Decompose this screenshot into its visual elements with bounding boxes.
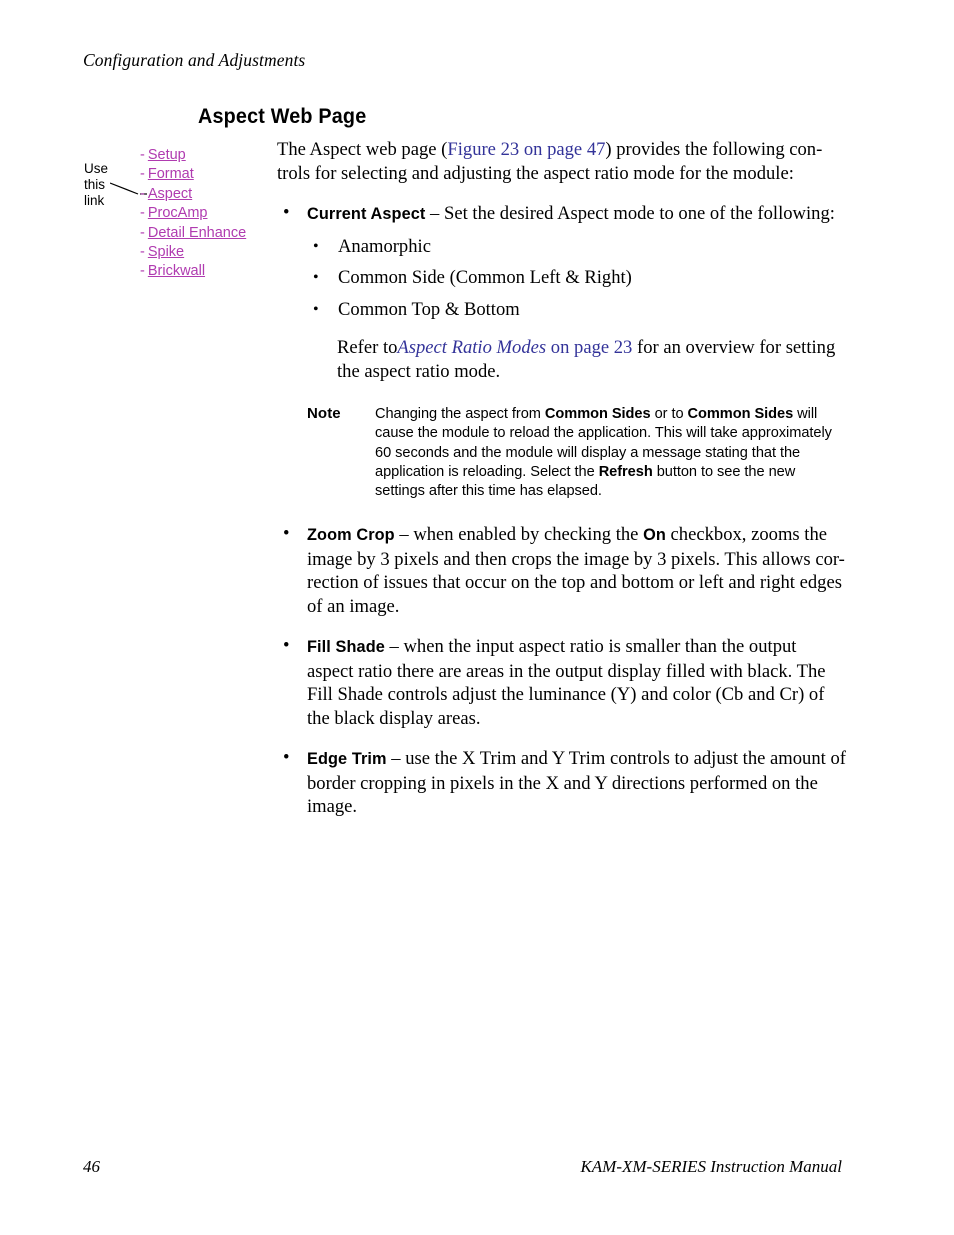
- aspect-option-item: Common Top & Bottom: [307, 298, 847, 322]
- bullet-body: Fill Shade – when the input aspect ratio…: [307, 636, 826, 729]
- weblink-dash: -: [140, 244, 145, 261]
- callout-line-1: Use: [84, 161, 109, 176]
- weblink-label[interactable]: Format: [148, 166, 194, 182]
- weblink-label[interactable]: ProcAmp: [148, 205, 208, 221]
- bullet-edge-trim: Edge Trim – use the X Trim and Y Trim co…: [277, 747, 847, 819]
- term-edge-trim: Edge Trim: [307, 750, 387, 769]
- note-body: Changing the aspect from Common Sides or…: [375, 405, 847, 501]
- aspect-option-item: Anamorphic: [307, 235, 847, 259]
- callout-use-this-link: Use this link: [84, 161, 144, 209]
- callout-line-2: this: [84, 177, 106, 192]
- weblink-label[interactable]: Detail Enhance: [148, 225, 246, 241]
- weblink-dash: -: [140, 224, 145, 241]
- bullet-zoom-crop: Zoom Crop – when enabled by checking the…: [277, 523, 847, 618]
- web-page-link-list: - Setup - Format - Aspect - ProcAmp - Detail …: [140, 146, 270, 282]
- weblink-label[interactable]: Brickwall: [148, 263, 205, 279]
- page-title: Aspect Web Page: [198, 104, 367, 128]
- refer-prefix: Refer to: [337, 337, 398, 358]
- bullet-fill-shade: Fill Shade – when the input aspect ratio…: [277, 635, 847, 730]
- term-on-emphasis: On: [643, 526, 666, 545]
- bullet-body: Zoom Crop – when enabled by checking the…: [307, 524, 845, 617]
- running-header: Configuration and Adjustments: [83, 50, 306, 70]
- weblink-label[interactable]: Spike: [148, 244, 184, 260]
- weblink-item-setup[interactable]: - Setup: [140, 146, 270, 165]
- note-bold-common-sides-2: Common Sides: [687, 406, 794, 422]
- footer-page-number: 46: [83, 1157, 100, 1176]
- callout-line-3: link: [84, 193, 105, 208]
- bullet-current-aspect: Current Aspect – Set the desired Aspect …: [277, 202, 847, 501]
- note-seg-1: Changing the aspect from: [375, 406, 545, 422]
- weblink-dash: -: [140, 185, 145, 202]
- intro-text-before: The Aspect web page (: [277, 139, 448, 160]
- footer-manual-title: KAM-XM-SERIES Instruction Manual: [580, 1157, 842, 1176]
- aspect-mode-options: Anamorphic Common Side (Common Left & Ri…: [307, 235, 847, 322]
- bullet-body: Edge Trim – use the X Trim and Y Trim co…: [307, 748, 846, 817]
- term-zoom-crop-desc-a: – when enabled by checking the: [394, 524, 644, 546]
- aspect-option-item: Common Side (Common Left & Right): [307, 266, 847, 290]
- weblink-item-spike[interactable]: - Spike: [140, 243, 270, 262]
- term-zoom-crop: Zoom Crop: [307, 526, 395, 545]
- weblink-dash: -: [140, 147, 145, 163]
- refer-paragraph: Refer toAspect Ratio Modes on page 23 fo…: [307, 336, 847, 383]
- weblink-label[interactable]: Setup: [148, 147, 186, 163]
- term-current-aspect: Current Aspect: [307, 205, 426, 223]
- note-bold-common-sides-1: Common Sides: [544, 406, 651, 422]
- weblink-dash: -: [140, 205, 145, 222]
- aspect-ratio-modes-crossref-page[interactable]: on page 23: [546, 337, 633, 358]
- bullet-body: Current Aspect – Set the desired Aspect …: [307, 203, 835, 224]
- weblink-label[interactable]: Aspect: [148, 186, 192, 202]
- weblink-item-format[interactable]: - Format: [140, 165, 270, 184]
- weblink-dash: -: [140, 263, 145, 280]
- note-block: Note Changing the aspect from Common Sid…: [307, 405, 847, 501]
- term-fill-shade-desc: – when the input aspect ratio is smaller…: [307, 636, 826, 729]
- note-bold-refresh: Refresh: [598, 463, 653, 480]
- weblink-item-procamp[interactable]: - ProcAmp: [140, 204, 270, 223]
- weblink-dash: -: [140, 166, 145, 183]
- term-edge-trim-desc: – use the X Trim and Y Trim controls to …: [307, 748, 846, 818]
- figure-crossref-link[interactable]: Figure 23 on page 47: [447, 139, 605, 160]
- note-label: Note: [307, 405, 341, 422]
- weblink-item-detail-enhance[interactable]: - Detail Enhance: [140, 224, 270, 243]
- main-text-column: The Aspect web page (Figure 23 on page 4…: [277, 138, 847, 819]
- intro-paragraph: The Aspect web page (Figure 23 on page 4…: [277, 138, 847, 185]
- weblink-item-aspect[interactable]: - Aspect: [140, 185, 270, 204]
- term-current-aspect-desc: – Set the desired Aspect mode to one of …: [425, 203, 835, 224]
- control-bullet-list: Current Aspect – Set the desired Aspect …: [277, 202, 847, 819]
- term-fill-shade: Fill Shade: [307, 638, 385, 657]
- note-seg-2: or to: [650, 406, 688, 422]
- aspect-ratio-modes-crossref-link[interactable]: Aspect Ratio Modes: [397, 337, 546, 358]
- weblink-item-brickwall[interactable]: - Brickwall: [140, 262, 270, 281]
